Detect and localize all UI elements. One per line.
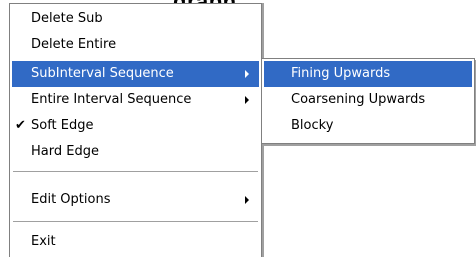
menu-separator <box>13 221 258 223</box>
menu-item-label: Exit <box>31 234 56 249</box>
menu-item-label: Edit Options <box>31 192 111 207</box>
menu-item-label: Blocky <box>291 118 334 133</box>
menu-item-edit-options[interactable]: Edit Options <box>12 187 259 213</box>
submenu-arrow-icon <box>245 70 249 78</box>
menu-item-entire-interval-sequence[interactable]: Entire Interval Sequence <box>12 87 259 113</box>
menu-item-subinterval-sequence[interactable]: SubInterval Sequence <box>12 61 259 87</box>
menu-item-label: Entire Interval Sequence <box>31 92 192 107</box>
submenu-item-coarsening-upwards[interactable]: Coarsening Upwards <box>264 87 472 113</box>
menu-item-label: Coarsening Upwards <box>291 92 426 107</box>
context-menu: Delete Sub Delete Entire SubInterval Seq… <box>9 3 262 257</box>
menu-item-delete-sub[interactable]: Delete Sub <box>12 6 259 32</box>
menu-item-hard-edge[interactable]: Hard Edge <box>12 139 259 165</box>
menu-item-label: Soft Edge <box>31 118 94 133</box>
menu-item-label: Delete Entire <box>31 37 117 52</box>
menu-item-delete-entire[interactable]: Delete Entire <box>12 32 259 58</box>
submenu-subinterval-sequence: Fining Upwards Coarsening Upwards Blocky <box>261 58 475 144</box>
menu-item-soft-edge[interactable]: ✔ Soft Edge <box>12 113 259 139</box>
submenu-item-blocky[interactable]: Blocky <box>264 113 472 139</box>
menu-item-label: Fining Upwards <box>291 66 391 81</box>
checkmark-icon: ✔ <box>15 118 26 133</box>
menu-item-label: Hard Edge <box>31 144 99 159</box>
menu-item-label: Delete Sub <box>31 11 103 26</box>
submenu-arrow-icon <box>245 96 249 104</box>
menu-item-label: SubInterval Sequence <box>31 66 174 81</box>
submenu-item-fining-upwards[interactable]: Fining Upwards <box>264 61 472 87</box>
menu-separator <box>13 171 258 173</box>
menu-item-exit[interactable]: Exit <box>12 229 259 255</box>
submenu-arrow-icon <box>245 196 249 204</box>
